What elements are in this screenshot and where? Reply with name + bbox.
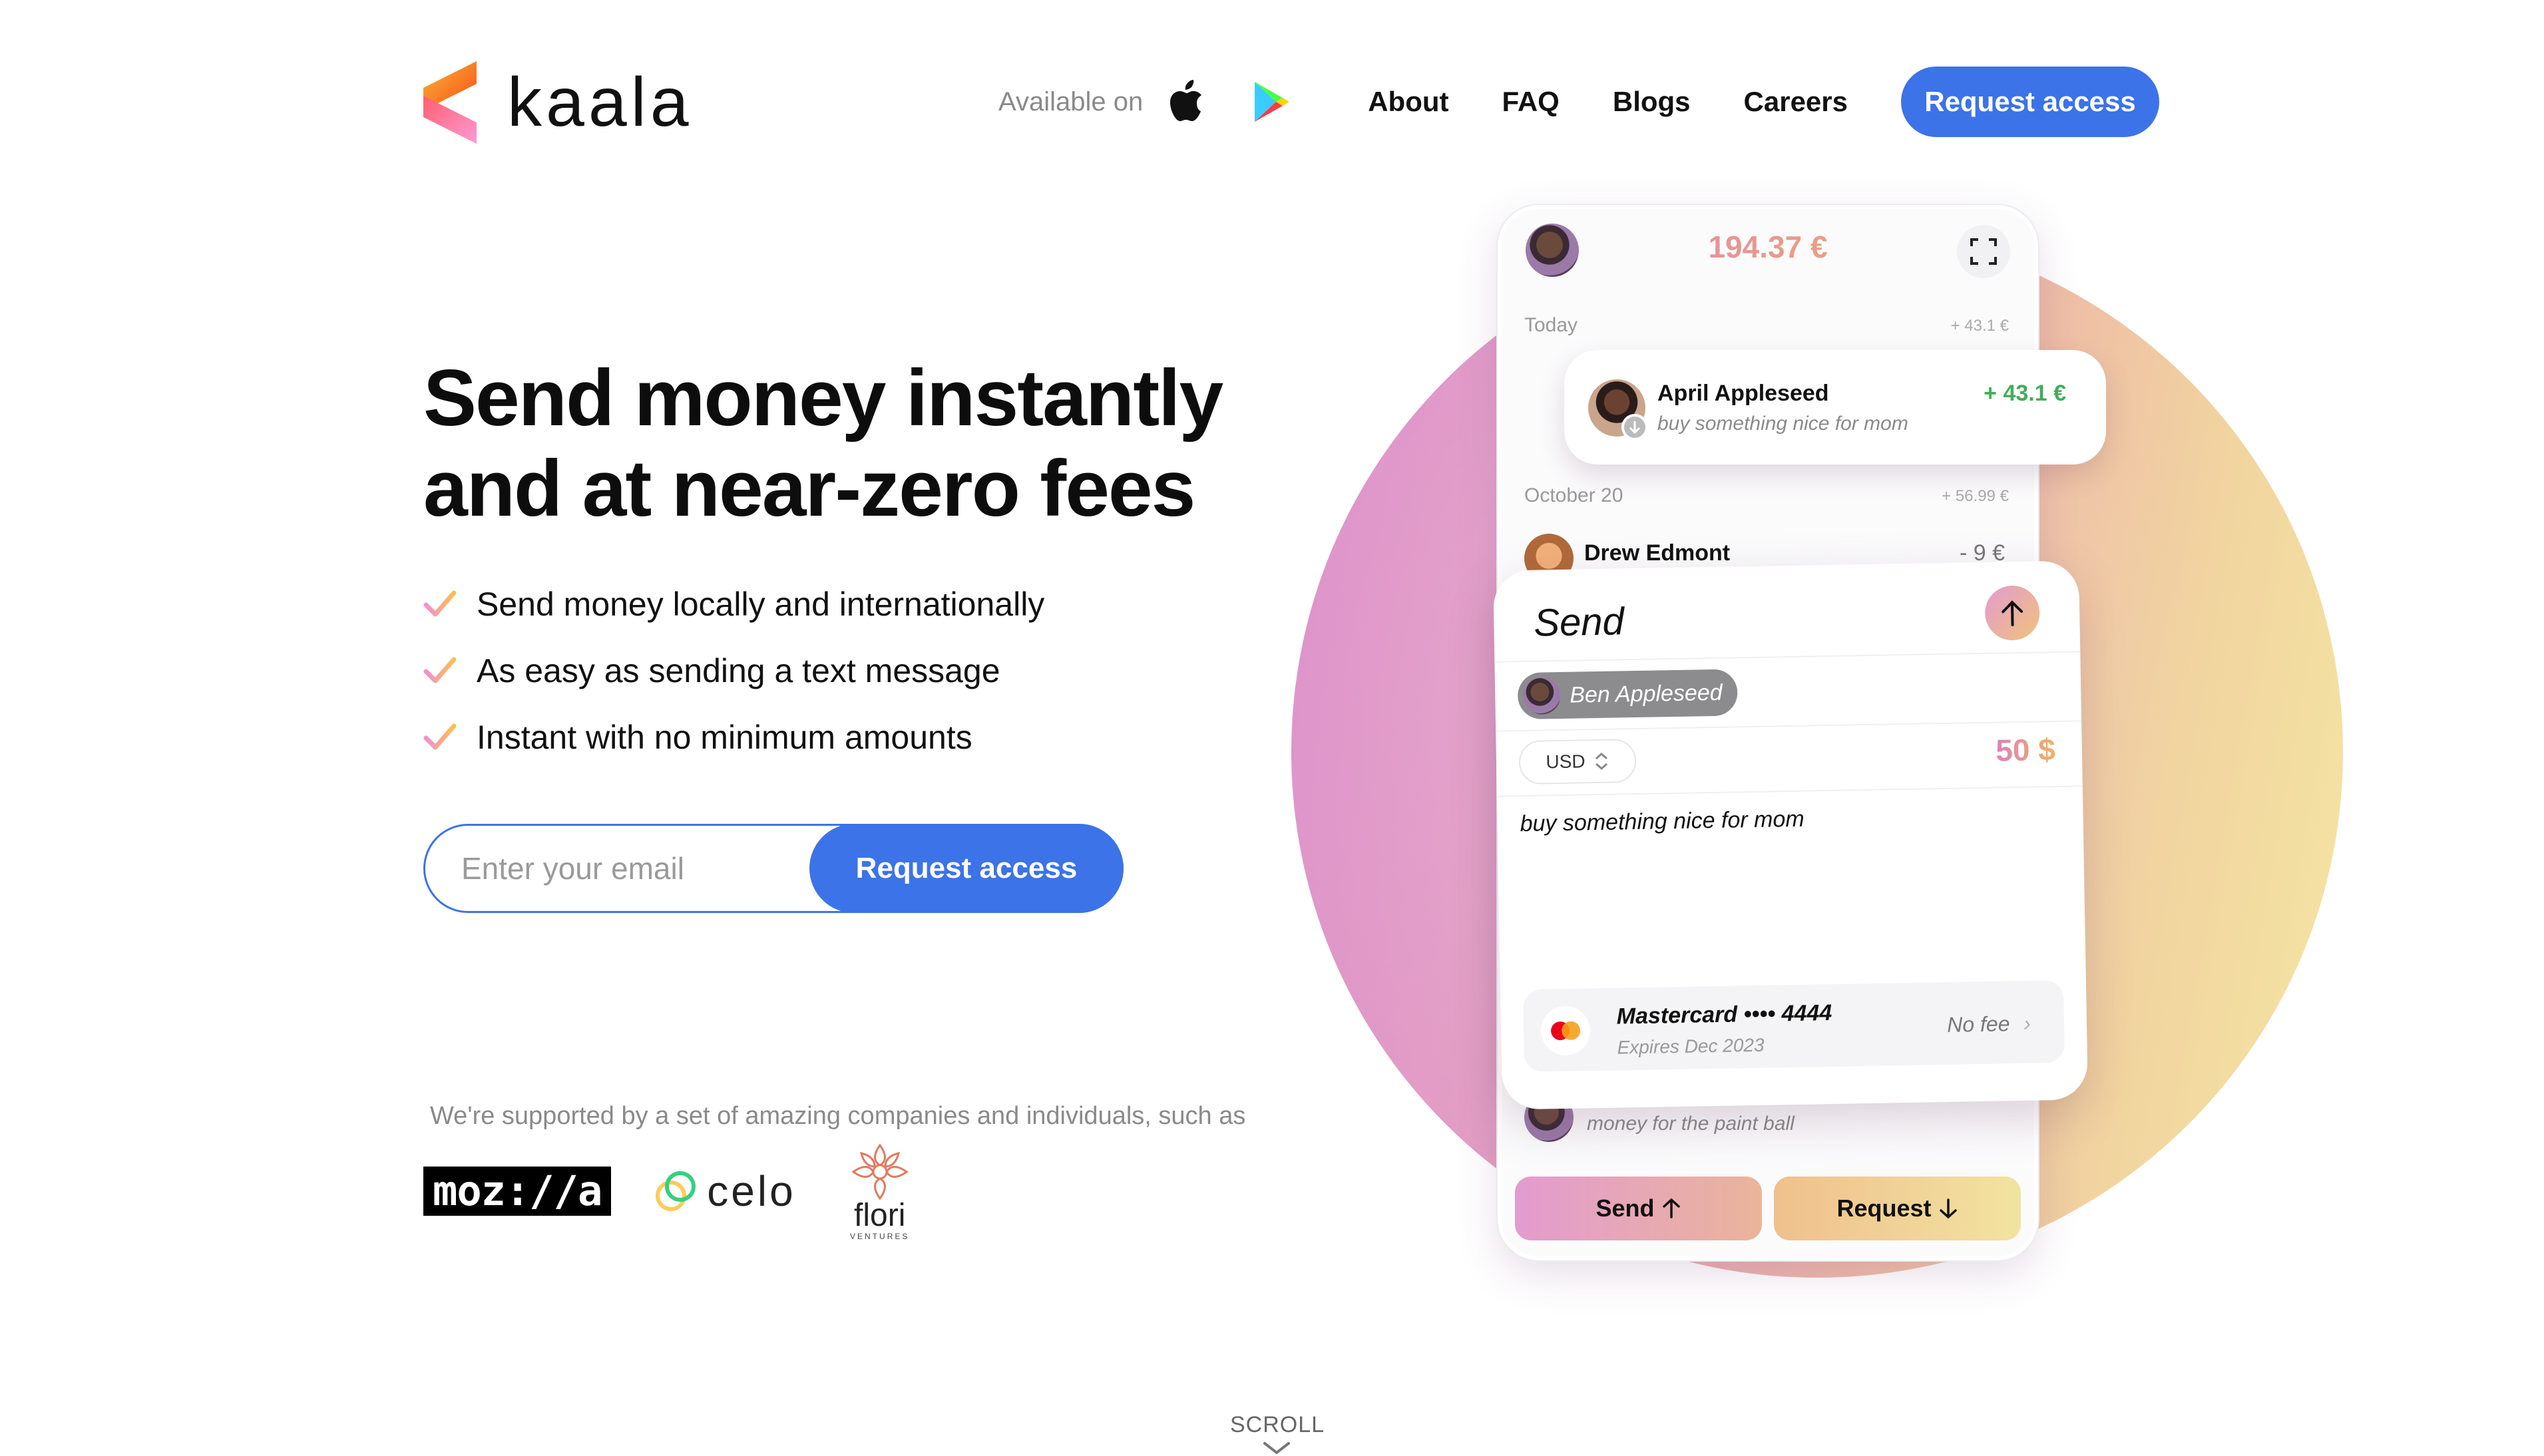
card-expiry: Expires Dec 2023 (1617, 1034, 1765, 1058)
day-header: Today (1524, 314, 1578, 336)
avatar (1522, 677, 1561, 715)
day-header: October 20 (1524, 484, 1623, 506)
email-signup-form: Request access (423, 824, 1124, 913)
celo-rings-icon (656, 1171, 696, 1211)
transaction-note: money for the paint ball (1587, 1113, 1795, 1135)
arrow-up-icon (1662, 1198, 1680, 1218)
chevron-up-down-icon (1595, 752, 1607, 770)
supporter-logos: moz://a celo flori VENTURES (423, 1131, 911, 1251)
chevron-down-icon (1263, 1442, 1290, 1455)
hero-title-line2: and at near-zero fees (423, 444, 1195, 533)
incoming-payment-card: April Appleseed buy something nice for m… (1564, 350, 2106, 464)
payment-note: buy something nice for mom (1657, 413, 1908, 435)
send-arrow-icon[interactable] (1984, 585, 2040, 641)
nav-faq[interactable]: FAQ (1502, 86, 1560, 118)
feature-item: Send money locally and internationally (423, 571, 1044, 637)
supporters-caption: We're supported by a set of amazing comp… (430, 1102, 1246, 1130)
nav-about[interactable]: About (1368, 86, 1448, 118)
email-input[interactable] (425, 850, 811, 886)
scroll-indicator[interactable]: SCROLL (1230, 1412, 1325, 1455)
feature-list: Send money locally and internationally A… (423, 571, 1044, 771)
check-icon (423, 723, 457, 750)
scroll-label: SCROLL (1230, 1412, 1325, 1437)
request-access-button[interactable]: Request access (809, 824, 1124, 913)
chevron-right-icon: › (2023, 1011, 2031, 1035)
mozilla-logo: moz://a (423, 1167, 612, 1216)
phone-send-label: Send (1595, 1194, 1655, 1222)
hero-title: Send money instantly and at near-zero fe… (423, 353, 1289, 534)
feature-text: Send money locally and internationally (477, 586, 1045, 623)
day-sum: + 43.1 € (1950, 317, 2009, 335)
payment-method-row[interactable]: Mastercard •••• 4444 Expires Dec 2023 No… (1522, 980, 2065, 1073)
recipient-chip[interactable]: Ben Appleseed (1517, 669, 1738, 720)
brand-name: kaala (507, 64, 693, 141)
celo-logo: celo (654, 1167, 795, 1216)
kaala-logo-icon (423, 61, 477, 144)
brand-logo[interactable]: kaala (423, 61, 693, 144)
check-icon (423, 590, 457, 617)
celo-wordmark: celo (707, 1167, 796, 1215)
currency-label: USD (1546, 751, 1586, 773)
feature-text: Instant with no minimum amounts (477, 719, 972, 756)
card-name: Mastercard •••• 4444 (1616, 1000, 1832, 1029)
available-on-label: Available on (998, 87, 1144, 116)
phone-request-label: Request (1836, 1194, 1932, 1222)
feature-item: As easy as sending a text message (423, 637, 1044, 704)
top-nav: Available on About FAQ Blogs Careers Req… (998, 67, 2159, 137)
nav-blogs[interactable]: Blogs (1613, 86, 1691, 118)
day-sum: + 56.99 € (1942, 487, 2009, 505)
nav-request-access-button[interactable]: Request access (1901, 67, 2159, 137)
memo-text[interactable]: buy something nice for mom (1520, 807, 1804, 837)
currency-select[interactable]: USD (1518, 739, 1637, 785)
send-money-card: Send Ben Appleseed USD 50 $ buy somethin… (1492, 560, 2089, 1110)
divider (1494, 651, 2081, 663)
google-play-icon[interactable] (1248, 79, 1295, 125)
feature-item: Instant with no minimum amounts (423, 704, 1044, 771)
flori-wordmark: flori (854, 1198, 906, 1233)
arrow-down-icon (1939, 1198, 1957, 1219)
expand-icon (1957, 225, 2010, 278)
phone-action-bar: Send Request (1515, 1177, 2021, 1240)
phone-request-button[interactable]: Request (1774, 1177, 2021, 1240)
divider (1496, 785, 2083, 797)
nav-careers[interactable]: Careers (1744, 86, 1848, 118)
feature-text: As easy as sending a text message (477, 652, 1000, 689)
flori-flower-icon (851, 1143, 909, 1200)
flori-ventures-label: VENTURES (850, 1232, 910, 1241)
hero-title-line1: Send money instantly (423, 353, 1223, 443)
recipient-name: Ben Appleseed (1569, 679, 1723, 708)
fee-text: No fee (1946, 1011, 2010, 1037)
transaction-name: Drew Edmont (1584, 540, 1731, 566)
flori-ventures-logo: flori VENTURES (849, 1141, 911, 1241)
mastercard-icon (1540, 1005, 1591, 1056)
arrow-down-badge-icon (1621, 414, 1648, 441)
sender-name: April Appleseed (1657, 381, 1829, 406)
apple-icon[interactable] (1162, 79, 1208, 125)
divider (1496, 720, 2082, 732)
fee-label: No fee › (1947, 1011, 2031, 1037)
payment-amount: + 43.1 € (1984, 381, 2066, 406)
send-amount[interactable]: 50 $ (1996, 731, 2055, 769)
send-card-title: Send (1533, 600, 1625, 645)
phone-send-button[interactable]: Send (1515, 1177, 1762, 1240)
check-icon (423, 657, 457, 683)
phone-header: 194.37 € (1498, 205, 2038, 305)
